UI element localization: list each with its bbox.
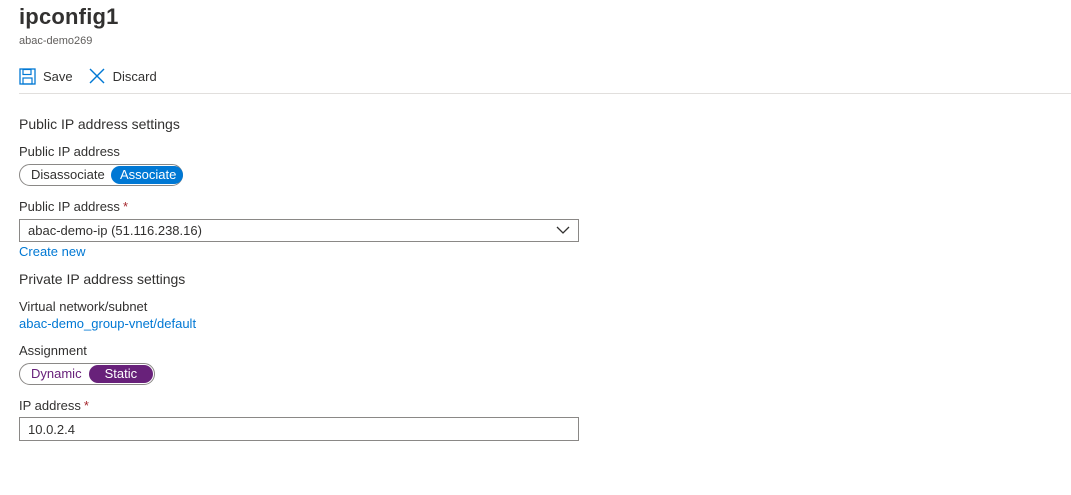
public-ip-field-label: Public IP address * bbox=[19, 199, 128, 214]
discard-button[interactable]: Discard bbox=[88, 67, 157, 85]
vnet-subnet-label: Virtual network/subnet bbox=[19, 299, 148, 314]
ip-address-input[interactable] bbox=[19, 417, 579, 441]
associate-option[interactable]: Associate bbox=[111, 166, 184, 184]
public-ip-toggle-label: Public IP address bbox=[19, 144, 120, 159]
required-marker: * bbox=[83, 398, 89, 413]
required-marker: * bbox=[122, 199, 128, 214]
discard-label: Discard bbox=[112, 68, 157, 84]
assignment-label: Assignment bbox=[19, 343, 87, 358]
public-ip-section-title: Public IP address settings bbox=[19, 116, 180, 132]
vnet-subnet-link[interactable]: abac-demo_group-vnet/default bbox=[19, 316, 196, 331]
ip-address-label-text: IP address bbox=[19, 398, 81, 413]
page-subtitle: abac-demo269 bbox=[19, 35, 93, 47]
close-icon bbox=[88, 67, 106, 85]
chevron-down-icon bbox=[548, 226, 578, 235]
public-ip-dropdown-value: abac-demo-ip (51.116.238.16) bbox=[28, 223, 202, 238]
public-ip-field-label-text: Public IP address bbox=[19, 199, 120, 214]
command-bar: Save Discard bbox=[19, 65, 157, 87]
ip-address-label: IP address * bbox=[19, 398, 89, 413]
save-label: Save bbox=[43, 68, 73, 84]
dynamic-option[interactable]: Dynamic bbox=[22, 365, 89, 383]
save-icon bbox=[19, 67, 36, 85]
private-ip-section-title: Private IP address settings bbox=[19, 271, 186, 287]
toolbar-divider bbox=[19, 93, 1071, 94]
page-title: ipconfig1 bbox=[19, 4, 119, 29]
static-option[interactable]: Static bbox=[88, 365, 154, 383]
save-button[interactable]: Save bbox=[19, 67, 73, 85]
public-ip-toggle: Disassociate Associate bbox=[19, 164, 184, 186]
public-ip-dropdown[interactable]: abac-demo-ip (51.116.238.16) bbox=[19, 219, 579, 242]
disassociate-option[interactable]: Disassociate bbox=[22, 166, 111, 184]
assignment-toggle: Dynamic Static bbox=[19, 363, 155, 385]
create-new-link[interactable]: Create new bbox=[19, 244, 85, 259]
